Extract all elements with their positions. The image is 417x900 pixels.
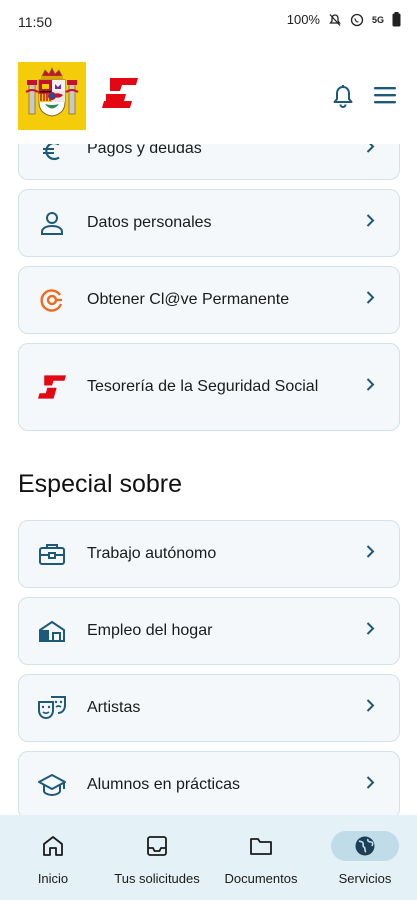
special-card-trabajo-autonomo[interactable]: Trabajo autónomo [18, 520, 400, 588]
theater-masks-icon [37, 693, 67, 723]
nav-item-documentos[interactable]: Documentos [216, 815, 306, 900]
chevron-right-icon [366, 214, 375, 233]
service-card-clave-permanente[interactable]: Obtener Cl@ve Permanente [18, 266, 400, 334]
chevron-right-icon [366, 776, 375, 795]
nav-label: Tus solicitudes [114, 871, 200, 886]
chevron-right-icon [366, 545, 375, 564]
menu-icon[interactable] [374, 86, 396, 109]
special-card-artistas[interactable]: Artistas [18, 674, 400, 742]
bell-icon[interactable] [332, 84, 354, 113]
nav-item-tus-solicitudes[interactable]: Tus solicitudes [104, 815, 210, 900]
chevron-right-icon [366, 622, 375, 641]
tgss-logo-icon [37, 372, 67, 402]
house-icon [37, 616, 67, 646]
service-card-label: Tesorería de la Seguridad Social [87, 378, 319, 395]
service-card-label: Datos personales [87, 214, 212, 231]
special-card-label: Trabajo autónomo [87, 545, 217, 562]
nav-item-inicio[interactable]: Inicio [18, 815, 88, 900]
clave-icon [37, 285, 67, 315]
chevron-right-icon [366, 699, 375, 718]
nav-label: Inicio [37, 871, 69, 886]
app-header [0, 44, 417, 144]
section-title-especial: Especial sobre [18, 470, 182, 498]
briefcase-icon [37, 539, 67, 569]
special-card-label: Artistas [87, 699, 141, 716]
seguridad-social-logo-icon [102, 78, 138, 113]
service-card-tesoreria[interactable]: Tesorería de la Seguridad Social [18, 343, 400, 431]
special-card-empleo-hogar[interactable]: Empleo del hogar [18, 597, 400, 665]
globe-icon [331, 831, 399, 861]
chevron-right-icon [366, 378, 375, 397]
nav-item-servicios[interactable]: Servicios [326, 815, 404, 900]
person-icon [37, 208, 67, 238]
special-card-label: Alumnos en prácticas [87, 776, 240, 793]
nav-label: Servicios [338, 871, 392, 886]
special-card-alumnos-practicas[interactable]: Alumnos en prácticas [18, 751, 400, 819]
special-card-label: Empleo del hogar [87, 622, 213, 639]
graduation-cap-icon [37, 770, 67, 800]
home-icon [21, 831, 85, 861]
folder-icon [229, 831, 293, 861]
bottom-nav: Inicio Tus solicitudes Documentos Servic… [0, 815, 417, 900]
chevron-right-icon [366, 291, 375, 310]
inbox-icon [125, 831, 189, 861]
nav-label: Documentos [224, 871, 298, 886]
service-card-label: Obtener Cl@ve Permanente [87, 291, 290, 308]
service-card-datos-personales[interactable]: Datos personales [18, 189, 400, 257]
spain-coat-of-arms-icon [18, 62, 86, 130]
